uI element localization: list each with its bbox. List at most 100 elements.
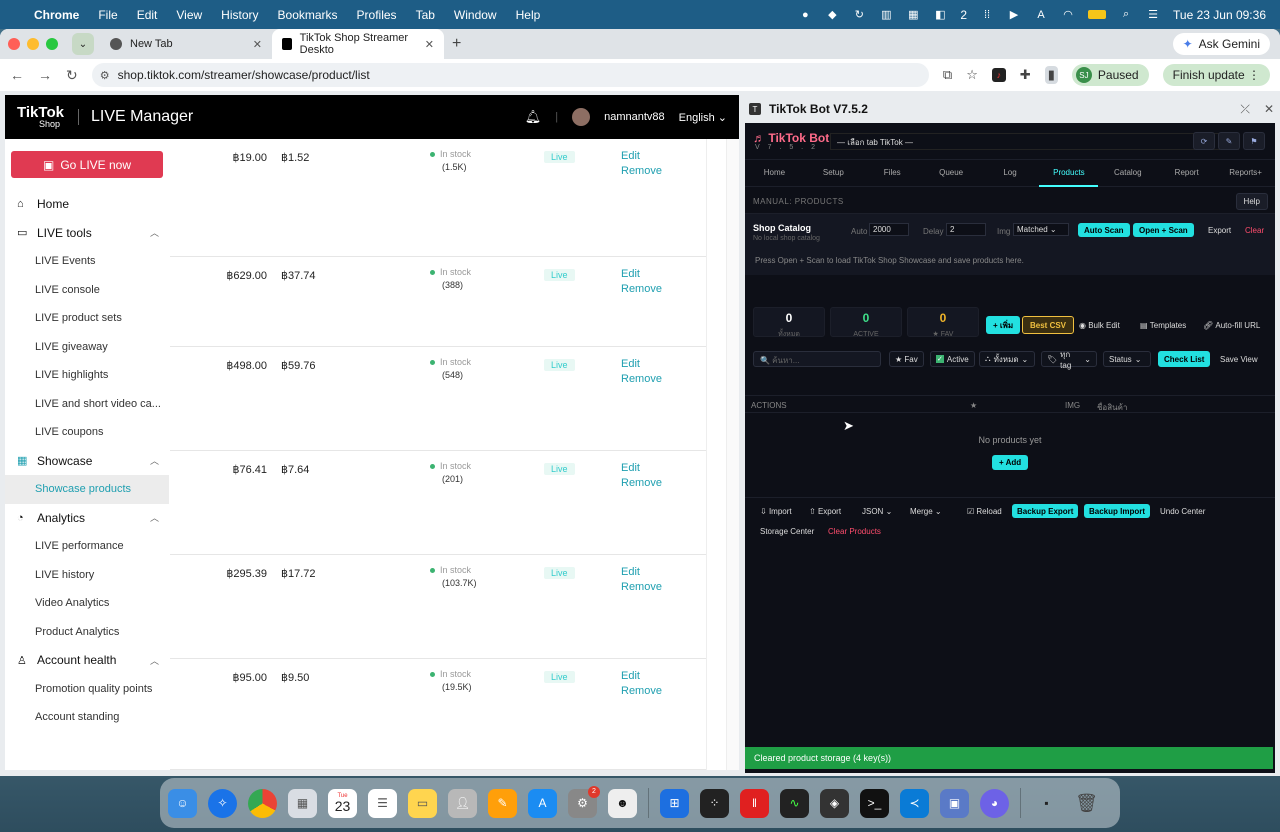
menu-file[interactable]: File xyxy=(98,8,117,22)
reload-icon[interactable]: ↻ xyxy=(66,67,78,84)
tag-filter[interactable]: 🏷︎ ทุก tag ⌄ xyxy=(1041,350,1097,370)
menu-edit[interactable]: Edit xyxy=(137,8,158,22)
remove-link[interactable]: Remove xyxy=(621,476,662,491)
chevron-up-icon[interactable]: ︿ xyxy=(150,511,159,524)
menu-tab[interactable]: Tab xyxy=(416,8,435,22)
install-app-icon[interactable]: ⧉ xyxy=(943,67,952,83)
reminders-icon[interactable]: ☰ xyxy=(368,788,397,818)
search-input[interactable]: 🔍 ค้นหา... xyxy=(753,351,881,367)
templates-button[interactable]: ▤ Templates xyxy=(1133,316,1193,334)
backup-export-button[interactable]: Backup Export xyxy=(1012,504,1079,518)
record-icon[interactable]: ● xyxy=(798,9,812,21)
edit-link[interactable]: Edit xyxy=(621,669,662,684)
calendar-icon[interactable]: Tue 23 xyxy=(328,788,357,818)
finder-icon[interactable]: ☺ xyxy=(168,788,197,818)
more-menu-icon[interactable]: ⋮ xyxy=(1248,68,1260,82)
merge-select[interactable]: Merge ⌄ xyxy=(905,504,953,518)
sidebar-item-analytics[interactable]: ◔ Analytics ︿ xyxy=(5,504,169,533)
tab-search-icon[interactable]: ⌄ xyxy=(72,33,94,55)
close-window-button[interactable] xyxy=(8,38,20,50)
language-selector[interactable]: English ⌄ xyxy=(679,111,727,124)
wifi-icon[interactable]: ◠ xyxy=(1061,9,1075,21)
sidebar-item-live-tools[interactable]: ▭ LIVE tools ︿ xyxy=(5,219,169,248)
stats-icon[interactable]: ▥ xyxy=(879,9,893,21)
sidebar-item-showcase[interactable]: ▦ Showcase ︿ xyxy=(5,447,169,476)
remove-link[interactable]: Remove xyxy=(621,372,662,387)
tab-files[interactable]: Files xyxy=(863,159,922,187)
clear-products-button[interactable]: Clear Products xyxy=(823,524,886,538)
menu-window[interactable]: Window xyxy=(454,8,497,22)
close-icon[interactable]: ✕ xyxy=(1264,102,1274,117)
sidebar-item-video-analytics[interactable]: Video Analytics xyxy=(5,589,169,618)
notification-icon[interactable]: ◧ xyxy=(933,9,947,21)
sync-icon[interactable]: ↻ xyxy=(852,9,866,21)
clear-button[interactable]: Clear xyxy=(1239,223,1270,237)
mute-icon[interactable]: ✎ xyxy=(1218,132,1240,150)
close-tab-icon[interactable]: ✕ xyxy=(425,38,434,51)
go-live-button[interactable]: ▣ Go LIVE now xyxy=(11,151,163,178)
avatar[interactable] xyxy=(572,108,591,126)
contacts-icon[interactable]: 👤︎ xyxy=(448,788,477,818)
tab-setup[interactable]: Setup xyxy=(804,159,863,187)
windows-app-icon[interactable]: ⊞ xyxy=(660,788,689,818)
auto-input[interactable]: 2000 xyxy=(869,223,909,236)
unpin-icon[interactable]: ⤫ xyxy=(1240,102,1250,117)
menu-bookmarks[interactable]: Bookmarks xyxy=(278,8,338,22)
sidebar-item-home[interactable]: ⌂ Home xyxy=(5,190,169,219)
storage-center-button[interactable]: Storage Center xyxy=(755,524,819,538)
sidebar-item-live-history[interactable]: LIVE history xyxy=(5,561,169,590)
sidebar-item-account-health[interactable]: ♙ Account health ︿ xyxy=(5,646,169,675)
url-field[interactable]: ⚙ shop.tiktok.com/streamer/showcase/prod… xyxy=(91,63,929,87)
input-source-icon[interactable]: A xyxy=(1034,9,1048,21)
tab-queue[interactable]: Queue xyxy=(922,159,981,187)
category-filter[interactable]: ⛬ ทั้งหมด ⌄ xyxy=(979,351,1035,367)
menu-history[interactable]: History xyxy=(221,8,258,22)
menu-help[interactable]: Help xyxy=(516,8,541,22)
grid-icon[interactable]: ▦ xyxy=(906,9,920,21)
undo-center-button[interactable]: Undo Center xyxy=(1155,504,1210,518)
ask-gemini-button[interactable]: ✦ Ask Gemini xyxy=(1172,33,1270,55)
tiktok-tab-select[interactable]: — เลือก tab TikTok —⌄ xyxy=(830,133,1239,150)
tab-report[interactable]: Report xyxy=(1157,159,1216,187)
close-tab-icon[interactable]: ✕ xyxy=(253,38,262,51)
activity-monitor-icon[interactable]: ∿ xyxy=(780,788,809,818)
edit-link[interactable]: Edit xyxy=(621,461,662,476)
extension-status-icon[interactable]: ◆ xyxy=(825,9,839,21)
preview-icon[interactable]: ▣ xyxy=(940,788,969,818)
sidebar-item-live-events[interactable]: LIVE Events xyxy=(5,247,169,276)
site-info-icon[interactable]: ⚙ xyxy=(100,69,110,82)
maximize-window-button[interactable] xyxy=(46,38,58,50)
img-select[interactable]: Matched ⌄ xyxy=(1013,223,1069,236)
remove-link[interactable]: Remove xyxy=(621,580,662,595)
scrollbar[interactable] xyxy=(726,139,739,770)
col-star[interactable]: ★ xyxy=(970,401,977,410)
backup-import-button[interactable]: Backup Import xyxy=(1084,504,1151,518)
menu-profiles[interactable]: Profiles xyxy=(357,8,397,22)
help-button[interactable]: Help xyxy=(1235,193,1268,210)
export-products-button[interactable]: ⇧ Export xyxy=(804,504,846,518)
side-panel-icon[interactable]: ▮ xyxy=(1044,66,1058,84)
remove-link[interactable]: Remove xyxy=(621,164,662,179)
import-button[interactable]: ⇩ Import xyxy=(755,504,797,518)
tiktok-logo[interactable]: TikTok Shop xyxy=(17,105,64,129)
username[interactable]: namnantv88 xyxy=(604,111,665,123)
edit-link[interactable]: Edit xyxy=(621,357,662,372)
puzzle-extensions-icon[interactable]: ✚ xyxy=(1020,67,1031,83)
parallels-icon[interactable]: ‖ xyxy=(740,788,769,818)
forward-icon[interactable]: → xyxy=(38,67,52,83)
vscode-icon[interactable]: ≺ xyxy=(900,788,929,818)
reload-button[interactable]: ☑ Reload xyxy=(962,504,1007,518)
autofill-url-button[interactable]: 🔗︎ Auto-fill URL xyxy=(1196,316,1267,334)
remove-link[interactable]: Remove xyxy=(621,282,662,297)
tab-products[interactable]: Products xyxy=(1039,159,1099,187)
chat-app-icon[interactable]: ◕ xyxy=(980,788,1009,818)
profile-button[interactable]: SJ Paused xyxy=(1071,64,1149,86)
check-list-button[interactable]: Check List xyxy=(1158,351,1211,367)
finish-update-button[interactable]: Finish update ⋮ xyxy=(1162,64,1270,86)
sidebar-item-live-giveaway[interactable]: LIVE giveaway xyxy=(5,333,169,362)
add-short-button[interactable]: + เพิ่ม xyxy=(986,316,1021,334)
refresh-tabs-icon[interactable]: ⟳ xyxy=(1193,132,1215,150)
edit-link[interactable]: Edit xyxy=(621,565,662,580)
bulk-edit-button[interactable]: ◉ Bulk Edit xyxy=(1072,316,1127,334)
trash-icon[interactable]: 🗑︎ xyxy=(1072,789,1101,818)
